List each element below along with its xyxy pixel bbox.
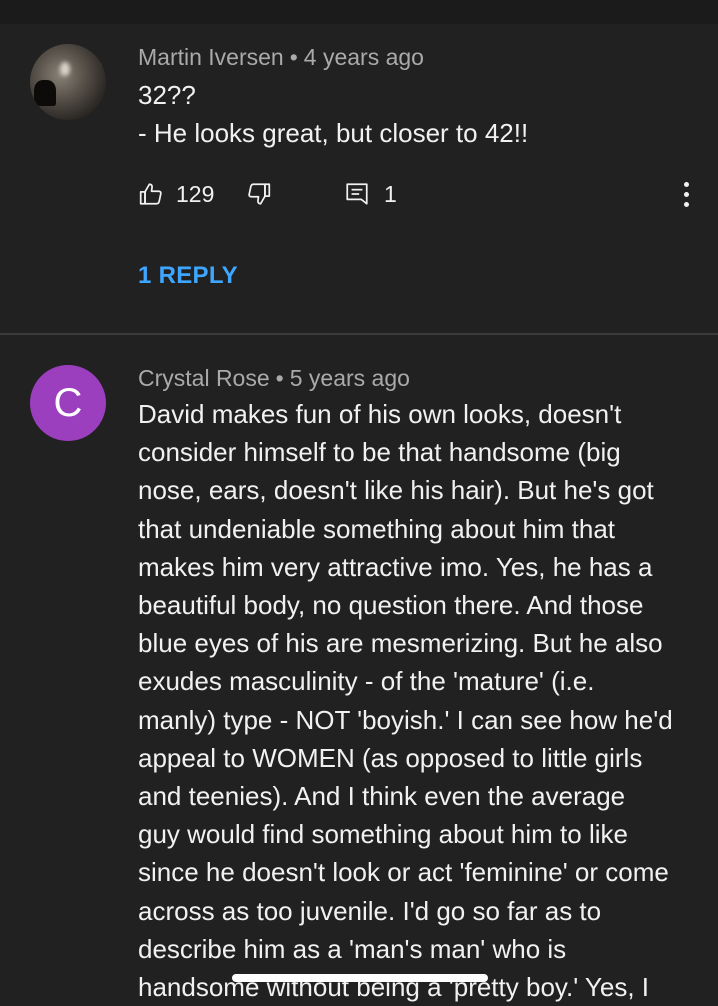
avatar[interactable]: [30, 44, 106, 120]
avatar-photo-highlight: [60, 62, 70, 76]
avatar-letter: C: [53, 380, 83, 425]
more-dot: [683, 201, 689, 207]
comment-text: 32?? - He looks great, but closer to 42!…: [138, 76, 703, 152]
meta-separator: •: [289, 44, 298, 70]
comment-actions: 129 1: [138, 176, 708, 212]
author-name[interactable]: Crystal Rose: [138, 365, 270, 391]
comment-thread: Martin Iversen • 4 years ago 32?? - He loo…: [0, 24, 718, 334]
top-bar: [0, 0, 718, 24]
comment-meta: Crystal Rose • 5 years ago: [138, 365, 410, 392]
author-name[interactable]: Martin Iversen: [138, 44, 284, 70]
comment-line: 32??: [138, 80, 196, 110]
comment-line: appeal to WOMEN (as opposed to little gi…: [138, 742, 643, 773]
comment-line: and teenies). And I think even the avera…: [138, 781, 626, 812]
comment-line: beautiful body, no question there. And t…: [138, 590, 644, 621]
comment-thread: C Crystal Rose • 5 years ago David makes f…: [0, 335, 718, 1002]
comment-time: 5 years ago: [289, 365, 410, 391]
more-vertical-icon[interactable]: [674, 176, 698, 212]
like-count: 129: [176, 180, 215, 207]
comment-line: makes him very attractive imo. Yes, he h…: [138, 551, 653, 582]
reply-button[interactable]: 1: [344, 176, 397, 212]
comment-line: - He looks great, but closer to 42!!: [138, 118, 529, 149]
comment-line: guy would find something about him to li…: [138, 819, 628, 850]
comment-line: blue eyes of his are mesmerizing. But he…: [138, 628, 663, 659]
more-dot: [683, 181, 689, 187]
comment-text: David makes fun of his own looks, doesn'…: [138, 395, 703, 1006]
comment-line: exudes masculinity - of the 'mature' (i.…: [138, 666, 595, 697]
dislike-button[interactable]: [246, 176, 272, 212]
comment-line: describe him as a 'man's man' who is: [138, 933, 567, 964]
comment-meta: Martin Iversen • 4 years ago: [138, 44, 424, 71]
avatar-photo-figure: [34, 80, 56, 106]
reply-count: 1: [384, 180, 397, 207]
comment-line: since he doesn't look or act 'feminine' …: [138, 857, 669, 888]
view-replies-button[interactable]: 1 REPLY: [138, 262, 238, 290]
comment-line: consider himself to be that handsome (bi…: [138, 437, 621, 468]
comment-line: David makes fun of his own looks, doesn'…: [138, 399, 622, 429]
meta-separator: •: [275, 365, 284, 391]
comment-line: nose, ears, doesn't like his hair). But …: [138, 475, 654, 506]
like-button[interactable]: 129: [138, 176, 214, 212]
thumbs-down-icon: [248, 183, 271, 205]
thumbs-up-icon: [139, 183, 162, 205]
comment-line: that undeniable something about him that: [138, 513, 616, 544]
comment-line: manly) type - NOT 'boyish.' I can see ho…: [138, 704, 673, 735]
comment-icon: [346, 183, 368, 205]
more-dot: [683, 191, 689, 197]
home-indicator[interactable]: [232, 974, 488, 982]
comment-line: across as too juvenile. I'd go so far as…: [138, 895, 602, 926]
comment-time: 4 years ago: [303, 44, 424, 70]
avatar[interactable]: C: [30, 365, 106, 441]
